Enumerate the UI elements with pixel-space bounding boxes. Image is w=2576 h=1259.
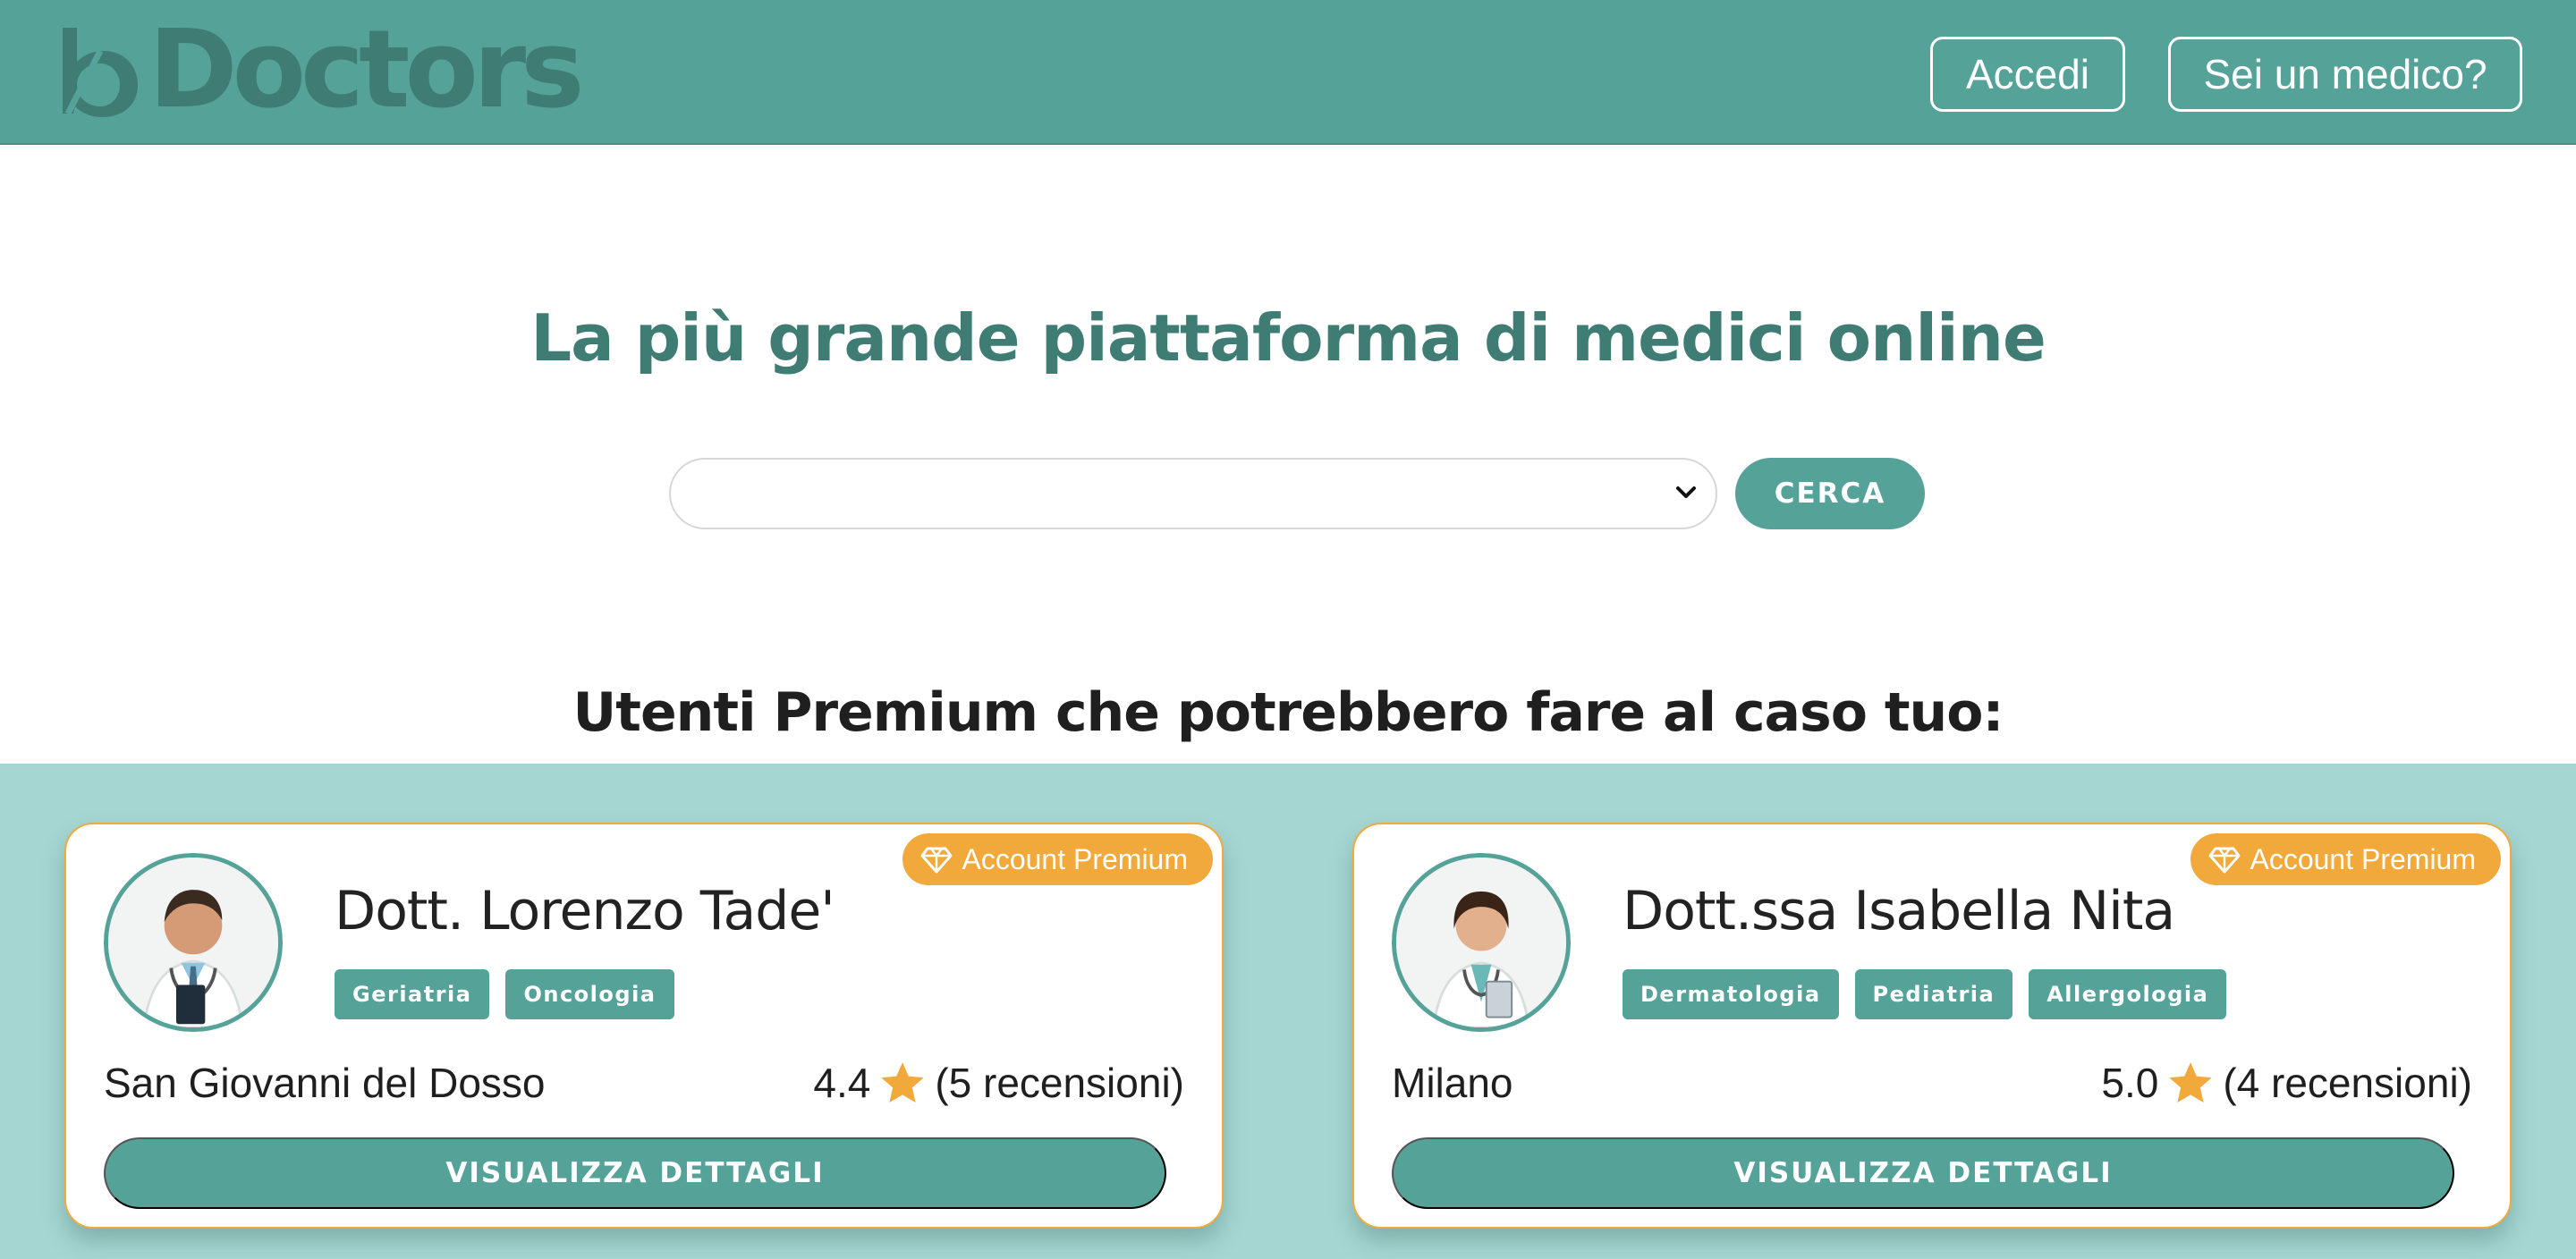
rating-value: 4.4 xyxy=(813,1060,871,1106)
premium-section-title: Utenti Premium che potrebbero fare al ca… xyxy=(572,681,2004,744)
specialty-tags: Dermatologia Pediatria Allergologia xyxy=(1623,969,2227,1019)
premium-badge-label: Account Premium xyxy=(962,842,1188,875)
specialty-tags: Geriatria Oncologia xyxy=(335,969,674,1019)
diamond-icon xyxy=(2208,847,2241,874)
specialty-tag: Dermatologia xyxy=(1623,969,1839,1019)
specialty-tag: Oncologia xyxy=(505,969,674,1019)
premium-badge: Account Premium xyxy=(902,833,1213,885)
doctor-rating: 4.4 (5 recensioni) xyxy=(813,1059,1184,1107)
doctor-card: Account Premium Dott.ssa Isabella Nita D… xyxy=(1352,823,2512,1229)
doctor-city: San Giovanni del Dosso xyxy=(104,1060,546,1106)
doctor-name: Dott.ssa Isabella Nita xyxy=(1623,880,2175,942)
doctor-avatar xyxy=(104,853,283,1032)
doctor-rating: 5.0 (4 recensioni) xyxy=(2101,1059,2472,1107)
doctor-signup-button[interactable]: Sei un medico? xyxy=(2168,37,2522,112)
search-button[interactable]: CERCA xyxy=(1735,458,1925,529)
star-icon xyxy=(881,1062,924,1103)
review-count: (5 recensioni) xyxy=(935,1060,1184,1106)
doctor-name: Dott. Lorenzo Tade' xyxy=(335,880,835,942)
premium-badge: Account Premium xyxy=(2190,833,2501,885)
review-count: (4 recensioni) xyxy=(2223,1060,2472,1106)
rating-value: 5.0 xyxy=(2101,1060,2159,1106)
hero-title: La più grande piattaforma di medici onli… xyxy=(530,300,2046,376)
premium-badge-label: Account Premium xyxy=(2250,842,2476,875)
specialty-tag: Geriatria xyxy=(335,969,490,1019)
logo-mark-icon xyxy=(52,24,145,117)
specialty-tag: Allergologia xyxy=(2029,969,2227,1019)
search-select[interactable] xyxy=(669,458,1717,529)
star-icon xyxy=(2169,1062,2212,1103)
login-button[interactable]: Accedi xyxy=(1930,37,2125,112)
logo-text: Doctors xyxy=(148,8,585,132)
view-details-button[interactable]: VISUALIZZA DETTAGLI xyxy=(1392,1137,2454,1209)
view-details-button[interactable]: VISUALIZZA DETTAGLI xyxy=(104,1137,1166,1209)
diamond-icon xyxy=(920,847,953,874)
specialty-tag: Pediatria xyxy=(1854,969,2013,1019)
doctor-avatar xyxy=(1392,853,1571,1032)
site-logo[interactable]: Doctors xyxy=(52,8,585,132)
doctor-city: Milano xyxy=(1392,1060,1513,1106)
doctor-card: Account Premium Dott. Lorenzo Tade' Geri… xyxy=(64,823,1224,1229)
top-navbar: Doctors Accedi Sei un medico? xyxy=(0,0,2576,145)
chevron-down-icon xyxy=(1676,486,1696,498)
